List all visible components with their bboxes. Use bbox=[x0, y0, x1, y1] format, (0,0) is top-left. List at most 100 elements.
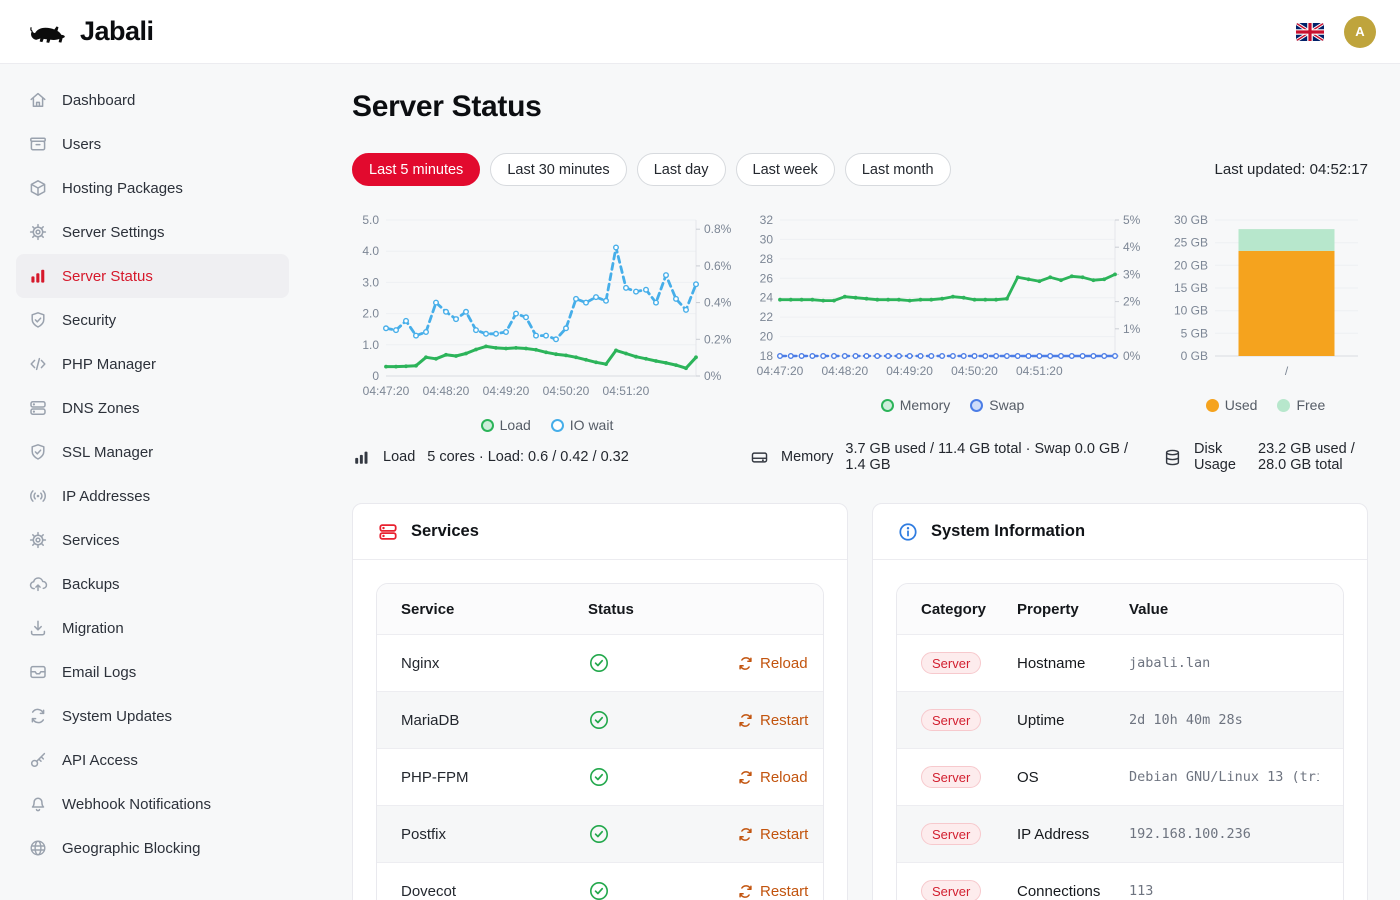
svg-text:1%: 1% bbox=[1123, 322, 1141, 336]
svg-text:10 GB: 10 GB bbox=[1174, 304, 1208, 318]
sidebar-item-users[interactable]: Users bbox=[16, 122, 289, 166]
status-ok-icon bbox=[588, 880, 738, 900]
sidebar-item-services[interactable]: Services bbox=[16, 518, 289, 562]
property-value: jabali.lan bbox=[1129, 655, 1319, 671]
col-service: Service bbox=[401, 601, 588, 618]
sidebar-item-backups[interactable]: Backups bbox=[16, 562, 289, 606]
memory-chart: 18202224262830320%1%2%3%4%5%04:47:2004:4… bbox=[750, 208, 1155, 393]
svg-text:04:48:20: 04:48:20 bbox=[423, 384, 470, 398]
status-ok-icon bbox=[588, 823, 738, 845]
range-button-last-week[interactable]: Last week bbox=[736, 153, 835, 186]
last-updated: Last updated: 04:52:17 bbox=[1215, 161, 1368, 178]
service-reload-button[interactable]: Reload bbox=[738, 655, 808, 672]
sidebar-item-hosting-packages[interactable]: Hosting Packages bbox=[16, 166, 289, 210]
range-button-last-5-minutes[interactable]: Last 5 minutes bbox=[352, 153, 480, 186]
refresh-icon bbox=[738, 770, 753, 785]
sidebar-item-php-manager[interactable]: PHP Manager bbox=[16, 342, 289, 386]
legend-item-used: Used bbox=[1206, 397, 1258, 413]
service-row-mariadb: MariaDBRestart bbox=[377, 691, 823, 748]
load-summary-value: 5 cores · Load: 0.6 / 0.42 / 0.32 bbox=[427, 449, 629, 465]
svg-text:/: / bbox=[1285, 364, 1289, 378]
svg-text:0.4%: 0.4% bbox=[704, 296, 732, 310]
svg-text:0%: 0% bbox=[1123, 349, 1141, 363]
svg-text:2%: 2% bbox=[1123, 295, 1141, 309]
key-icon bbox=[28, 750, 48, 770]
disk-summary-value: 23.2 GB used / 28.0 GB total bbox=[1258, 441, 1368, 473]
sidebar: DashboardUsers Hosting Packages Server Set… bbox=[0, 64, 305, 900]
download-icon bbox=[28, 618, 48, 638]
service-restart-button[interactable]: Restart bbox=[738, 712, 808, 729]
svg-text:04:49:20: 04:49:20 bbox=[886, 364, 933, 378]
load-chart: 01.02.03.04.05.00%0.2%0.4%0.6%0.8%04:47:… bbox=[352, 208, 742, 413]
inbox-icon bbox=[28, 662, 48, 682]
users-icon bbox=[28, 134, 48, 154]
bar-chart-icon bbox=[352, 448, 371, 467]
avatar[interactable]: A bbox=[1344, 16, 1376, 48]
status-ok-icon bbox=[588, 709, 738, 731]
category-badge: Server bbox=[921, 823, 981, 845]
svg-text:4.0: 4.0 bbox=[362, 244, 379, 258]
svg-text:04:48:20: 04:48:20 bbox=[821, 364, 868, 378]
info-icon bbox=[897, 521, 919, 543]
sidebar-item-api-access[interactable]: API Access bbox=[16, 738, 289, 782]
server-stack-icon bbox=[28, 398, 48, 418]
sidebar-item-migration[interactable]: Migration bbox=[16, 606, 289, 650]
system-row-os: ServerOSDebian GNU/Linux 13 (trixie) bbox=[897, 748, 1343, 805]
services-table: ServiceStatusNginxReloadMariaDBRestartPH… bbox=[376, 583, 824, 900]
code-icon bbox=[28, 354, 48, 374]
sidebar-item-dns-zones[interactable]: DNS Zones bbox=[16, 386, 289, 430]
disk-summary: Disk Usage 23.2 GB used / 28.0 GB total bbox=[1163, 441, 1368, 473]
system-info-card: System Information CategoryPropertyValue… bbox=[872, 503, 1368, 900]
category-badge: Server bbox=[921, 709, 981, 731]
language-flag-icon[interactable] bbox=[1296, 23, 1324, 41]
col-category: Category bbox=[921, 601, 1017, 618]
sidebar-item-ip-addresses[interactable]: IP Addresses bbox=[16, 474, 289, 518]
svg-text:5.0: 5.0 bbox=[362, 213, 379, 227]
sidebar-item-label: Hosting Packages bbox=[62, 180, 183, 197]
system-table-header: CategoryPropertyValue bbox=[897, 584, 1343, 634]
range-button-last-day[interactable]: Last day bbox=[637, 153, 726, 186]
status-ok-icon bbox=[588, 766, 738, 788]
property-value: Debian GNU/Linux 13 (trixie) bbox=[1129, 769, 1319, 785]
service-row-nginx: NginxReload bbox=[377, 634, 823, 691]
svg-text:0.2%: 0.2% bbox=[704, 332, 732, 346]
range-button-last-month[interactable]: Last month bbox=[845, 153, 951, 186]
cloud-upload-icon bbox=[28, 574, 48, 594]
sidebar-item-dashboard[interactable]: Dashboard bbox=[16, 78, 289, 122]
sidebar-item-server-settings[interactable]: Server Settings bbox=[16, 210, 289, 254]
service-restart-button[interactable]: Restart bbox=[738, 826, 808, 843]
service-name: PHP-FPM bbox=[401, 769, 588, 786]
sidebar-item-server-status[interactable]: Server Status bbox=[16, 254, 289, 298]
svg-text:04:49:20: 04:49:20 bbox=[483, 384, 530, 398]
sidebar-item-label: Security bbox=[62, 312, 116, 329]
sidebar-item-label: Services bbox=[62, 532, 120, 549]
range-button-last-30-minutes[interactable]: Last 30 minutes bbox=[490, 153, 626, 186]
service-reload-button[interactable]: Reload bbox=[738, 769, 808, 786]
globe-icon bbox=[28, 838, 48, 858]
memory-summary: Memory 3.7 GB used / 11.4 GB total · Swa… bbox=[750, 441, 1155, 473]
home-icon bbox=[28, 90, 48, 110]
sidebar-item-security[interactable]: Security bbox=[16, 298, 289, 342]
legend-item-io-wait: IO wait bbox=[551, 417, 614, 433]
disk-chart: 0 GB5 GB10 GB15 GB20 GB25 GB30 GB/ bbox=[1163, 208, 1368, 393]
sidebar-item-ssl-manager[interactable]: SSL Manager bbox=[16, 430, 289, 474]
sidebar-item-email-logs[interactable]: Email Logs bbox=[16, 650, 289, 694]
brand[interactable]: Jabali bbox=[26, 16, 154, 48]
refresh-icon bbox=[738, 713, 753, 728]
sidebar-item-geographic-blocking[interactable]: Geographic Blocking bbox=[16, 826, 289, 870]
category-badge: Server bbox=[921, 652, 981, 674]
topbar: Jabali A bbox=[0, 0, 1400, 64]
service-name: Postfix bbox=[401, 826, 588, 843]
svg-text:15 GB: 15 GB bbox=[1174, 281, 1208, 295]
service-restart-button[interactable]: Restart bbox=[738, 883, 808, 900]
service-name: Dovecot bbox=[401, 883, 588, 900]
bar-chart-icon bbox=[28, 266, 48, 286]
main-content: Server Status Last 5 minutesLast 30 minu… bbox=[305, 64, 1400, 900]
sidebar-item-webhook-notifications[interactable]: Webhook Notifications bbox=[16, 782, 289, 826]
legend-item-swap: Swap bbox=[970, 397, 1024, 413]
load-legend: LoadIO wait bbox=[352, 417, 742, 433]
sidebar-item-system-updates[interactable]: System Updates bbox=[16, 694, 289, 738]
property-name: Connections bbox=[1017, 883, 1129, 900]
property-value: 2d 10h 40m 28s bbox=[1129, 712, 1319, 728]
svg-text:04:51:20: 04:51:20 bbox=[1016, 364, 1063, 378]
